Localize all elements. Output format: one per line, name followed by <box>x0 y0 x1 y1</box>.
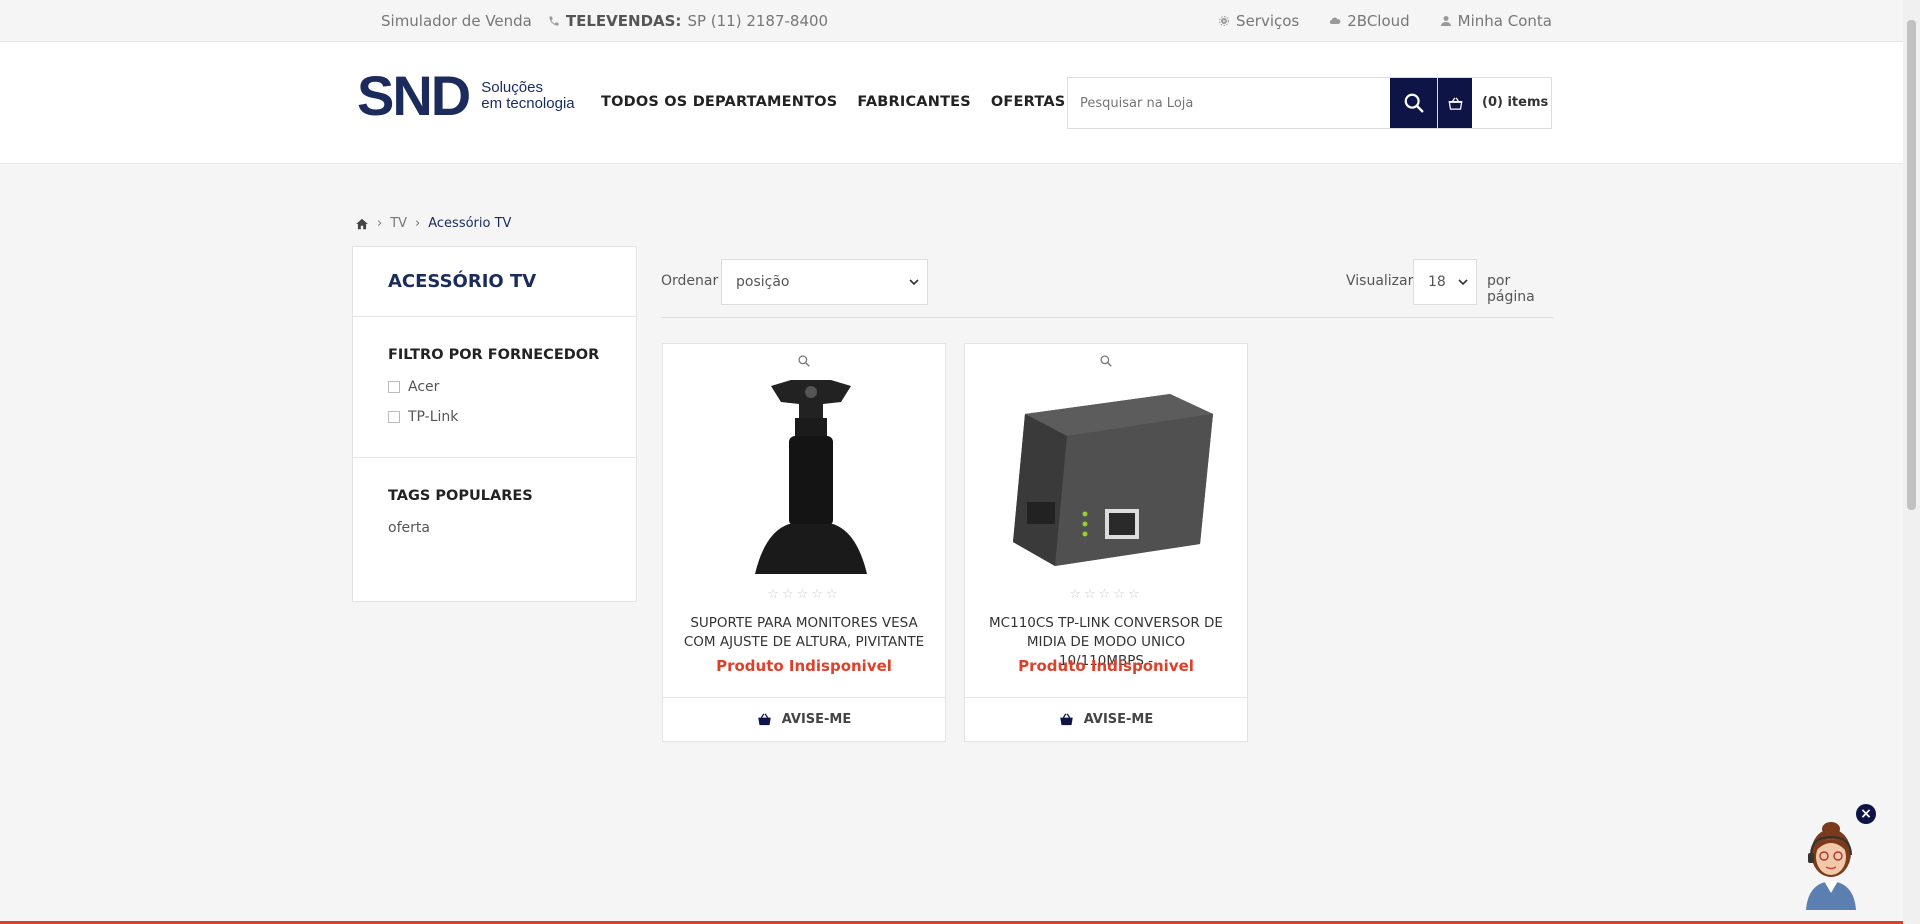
breadcrumb: › TV › Acessório TV <box>355 216 511 231</box>
top-bar: Simulador de Venda TELEVENDAS: SP (11) 2… <box>0 0 1920 42</box>
product-toolbar: Ordenar posição Visualizar 18 por página <box>661 258 1553 318</box>
chevron-down-icon <box>1458 279 1468 286</box>
sort-select[interactable]: posição <box>721 259 928 305</box>
home-icon[interactable] <box>355 217 369 231</box>
cloud-icon <box>1330 17 1341 25</box>
phone-label: TELEVENDAS: <box>565 12 682 30</box>
breadcrumb-separator: › <box>415 216 421 231</box>
search-box <box>1067 77 1439 129</box>
notify-me-button[interactable]: AVISE-ME <box>663 697 945 741</box>
search-button[interactable] <box>1390 78 1438 128</box>
scrollbar-thumb[interactable] <box>1907 20 1916 510</box>
services-label: Serviços <box>1236 12 1300 30</box>
tags-heading: TAGS POPULARES <box>388 488 533 504</box>
tag-oferta[interactable]: oferta <box>388 520 601 536</box>
product-status: Produto Indisponivel <box>1018 657 1194 675</box>
basket-icon <box>1059 713 1073 726</box>
cart-button[interactable]: (0) items <box>1437 77 1552 129</box>
product-card[interactable]: ☆☆☆☆☆ MC110CS TP-LINK CONVERSOR DE MIDIA… <box>964 343 1248 742</box>
product-name[interactable]: SUPORTE PARA MONITORES VESA COM AJUSTE D… <box>681 614 927 652</box>
logo-mark: SND <box>357 64 471 127</box>
supplier-filter: FILTRO POR FORNECEDOR Acer TP-Link <box>353 317 636 458</box>
rating-stars: ☆☆☆☆☆ <box>767 587 841 602</box>
breadcrumb-separator: › <box>377 216 383 231</box>
category-title: ACESSÓRIO TV <box>353 247 636 317</box>
logo-tagline: Soluções em tecnologia <box>481 79 575 112</box>
sidebar: ACESSÓRIO TV FILTRO POR FORNECEDOR Acer … <box>352 246 637 602</box>
filter-option-tp-link[interactable]: TP-Link <box>388 409 601 425</box>
header: SND Soluções em tecnologia TODOS OS DEPA… <box>0 42 1920 164</box>
chevron-down-icon <box>909 279 919 286</box>
per-page-label: por página <box>1487 273 1535 305</box>
phone-number: SP (11) 2187-8400 <box>687 12 829 30</box>
checkbox[interactable] <box>388 381 400 393</box>
cart-label: (0) items <box>1482 95 1549 110</box>
nav-manufacturers[interactable]: FABRICANTES <box>857 94 971 110</box>
product-image[interactable] <box>683 374 927 574</box>
cart-icon-box <box>1438 78 1472 128</box>
product-status: Produto Indisponivel <box>716 657 892 675</box>
phone-icon <box>549 16 559 26</box>
per-page-select[interactable]: 18 <box>1413 259 1477 305</box>
product-image[interactable] <box>985 374 1229 574</box>
sort-label: Ordenar <box>661 273 719 289</box>
cloud-link[interactable]: 2BCloud <box>1329 12 1410 30</box>
simulator-link[interactable]: Simulador de Venda <box>381 12 532 30</box>
filter-option-acer[interactable]: Acer <box>388 379 601 395</box>
account-link[interactable]: Minha Conta <box>1440 12 1552 30</box>
account-label: Minha Conta <box>1457 12 1552 30</box>
search-icon <box>1404 93 1424 113</box>
basket-icon <box>757 713 771 726</box>
filter-heading: FILTRO POR FORNECEDOR <box>388 347 600 363</box>
services-link[interactable]: Serviços <box>1218 12 1299 30</box>
checkbox[interactable] <box>388 411 400 423</box>
search-input[interactable] <box>1068 78 1390 128</box>
view-label: Visualizar <box>1346 273 1414 289</box>
user-icon <box>1440 16 1451 26</box>
chat-assistant-avatar[interactable] <box>1798 815 1864 910</box>
phone-info: TELEVENDAS: SP (11) 2187-8400 <box>548 12 828 30</box>
cloud-label: 2BCloud <box>1347 12 1410 30</box>
logo[interactable]: SND Soluções em tecnologia <box>357 68 575 124</box>
main-nav: TODOS OS DEPARTAMENTOS FABRICANTES OFERT… <box>601 94 1130 110</box>
gear-icon <box>1219 16 1230 26</box>
page-scrollbar[interactable] <box>1903 0 1920 924</box>
rating-stars: ☆☆☆☆☆ <box>1069 587 1143 602</box>
breadcrumb-tv[interactable]: TV <box>390 216 407 231</box>
zoom-icon[interactable] <box>797 354 811 368</box>
popular-tags: TAGS POPULARES oferta <box>353 458 636 554</box>
nav-departments[interactable]: TODOS OS DEPARTAMENTOS <box>601 94 837 110</box>
zoom-icon[interactable] <box>1099 354 1113 368</box>
basket-icon <box>1448 97 1462 110</box>
breadcrumb-current: Acessório TV <box>428 216 512 231</box>
notify-me-button[interactable]: AVISE-ME <box>965 697 1247 741</box>
product-card[interactable]: ☆☆☆☆☆ SUPORTE PARA MONITORES VESA COM AJ… <box>662 343 946 742</box>
